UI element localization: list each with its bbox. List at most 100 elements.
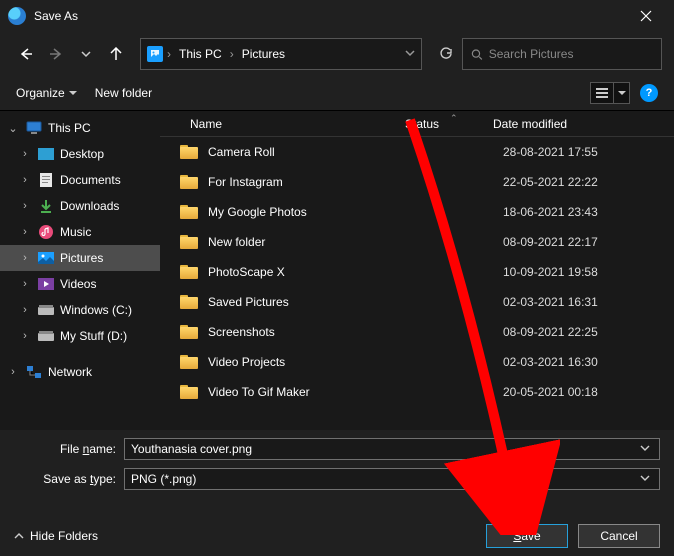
- forward-button[interactable]: [42, 40, 70, 68]
- chevron-right-icon: ›: [18, 330, 32, 342]
- organize-label: Organize: [16, 86, 65, 100]
- file-name-field[interactable]: [124, 438, 660, 460]
- file-date: 02-03-2021 16:30: [503, 355, 598, 369]
- tree-downloads[interactable]: ›Downloads: [0, 193, 160, 219]
- title-bar: Save As: [0, 0, 674, 32]
- save-type-field[interactable]: PNG (*.png): [124, 468, 660, 490]
- view-mode-dropdown[interactable]: [614, 82, 630, 104]
- tree-desktop[interactable]: ›Desktop: [0, 141, 160, 167]
- chevron-down-icon: [405, 48, 415, 58]
- tree-network[interactable]: › Network: [0, 359, 160, 385]
- file-row[interactable]: For Instagram 22-05-2021 22:22: [160, 167, 674, 197]
- column-name[interactable]: Name: [160, 117, 405, 131]
- window-title: Save As: [34, 9, 626, 23]
- file-row[interactable]: PhotoScape X10-09-2021 19:58: [160, 257, 674, 287]
- up-button[interactable]: [102, 40, 130, 68]
- tree-label: Documents: [60, 173, 121, 187]
- help-button[interactable]: ?: [640, 84, 658, 102]
- address-dropdown[interactable]: [405, 47, 415, 61]
- tree-this-pc[interactable]: ⌄ This PC: [0, 115, 160, 141]
- tree-label: This PC: [48, 121, 91, 135]
- chevron-right-icon: ›: [167, 47, 171, 61]
- sidebar: ⌄This PC ›Desktop ›Documents ›Downloads …: [0, 111, 160, 430]
- chevron-down-icon: [640, 443, 650, 453]
- column-date[interactable]: Date modified: [485, 117, 674, 131]
- chevron-right-icon: ›: [18, 278, 32, 290]
- tree-my-stuff-d[interactable]: › My Stuff (D:): [0, 323, 160, 349]
- chevron-right-icon: ›: [230, 47, 234, 61]
- chevron-right-icon: ›: [6, 366, 20, 378]
- view-mode-button[interactable]: [590, 82, 614, 104]
- file-date: 02-03-2021 16:31: [503, 295, 598, 309]
- folder-icon: [180, 175, 198, 189]
- filename-dropdown[interactable]: [637, 442, 653, 456]
- breadcrumb-root[interactable]: This PC: [175, 45, 226, 63]
- hide-folders-button[interactable]: Hide Folders: [14, 529, 98, 543]
- arrow-up-icon: [109, 47, 123, 61]
- tree-label: Windows (C:): [60, 303, 132, 317]
- column-headers: Name Status Date modified: [160, 111, 674, 137]
- tree-pictures[interactable]: ›Pictures: [0, 245, 160, 271]
- form-area: File name: Save as type: PNG (*.png): [0, 430, 674, 490]
- file-name: For Instagram: [208, 175, 423, 189]
- sort-indicator-icon: ⌃: [450, 113, 458, 124]
- column-status[interactable]: Status: [405, 117, 485, 131]
- close-icon: [640, 10, 652, 22]
- file-name: Video To Gif Maker: [208, 385, 423, 399]
- tree-music[interactable]: ›Music: [0, 219, 160, 245]
- back-button[interactable]: [12, 40, 40, 68]
- save-type-dropdown[interactable]: [637, 472, 653, 486]
- file-list: ⌃ Name Status Date modified Camera Roll2…: [160, 111, 674, 430]
- file-name: Saved Pictures: [208, 295, 423, 309]
- file-row[interactable]: Video To Gif Maker20-05-2021 00:18: [160, 377, 674, 407]
- caret-down-icon: [69, 89, 77, 97]
- address-bar[interactable]: › This PC › Pictures: [140, 38, 422, 70]
- hide-folders-label: Hide Folders: [30, 529, 98, 543]
- folder-icon: [180, 265, 198, 279]
- chevron-up-icon: [14, 531, 24, 541]
- tree-label: Pictures: [60, 251, 103, 265]
- tree-windows-c[interactable]: ›Windows (C:): [0, 297, 160, 323]
- file-name: Screenshots: [208, 325, 423, 339]
- cancel-button[interactable]: Cancel: [578, 524, 660, 548]
- tree-documents[interactable]: › Documents: [0, 167, 160, 193]
- file-row[interactable]: My Google Photos18-06-2021 23:43: [160, 197, 674, 227]
- refresh-button[interactable]: [432, 40, 460, 68]
- save-type-value: PNG (*.png): [131, 472, 637, 486]
- toolbar: Organize New folder ?: [0, 76, 674, 110]
- organize-button[interactable]: Organize: [16, 86, 77, 100]
- tree-label: My Stuff (D:): [60, 329, 127, 343]
- chevron-down-icon: [81, 49, 91, 59]
- file-row[interactable]: Saved Pictures 02-03-2021 16:31: [160, 287, 674, 317]
- drive-icon: [38, 328, 54, 344]
- file-row[interactable]: Video Projects02-03-2021 16:30: [160, 347, 674, 377]
- chevron-right-icon: ›: [18, 174, 32, 186]
- documents-icon: [38, 172, 54, 188]
- videos-icon: [38, 276, 54, 292]
- file-name-input[interactable]: [131, 442, 637, 456]
- file-date: 08-09-2021 22:17: [503, 235, 598, 249]
- folder-icon: [180, 205, 198, 219]
- drive-icon: [38, 302, 54, 318]
- file-row[interactable]: New folder08-09-2021 22:17: [160, 227, 674, 257]
- recent-dropdown[interactable]: [72, 40, 100, 68]
- save-button[interactable]: Save: [486, 524, 568, 548]
- file-name: My Google Photos: [208, 205, 423, 219]
- tree-videos[interactable]: ›Videos: [0, 271, 160, 297]
- search-box[interactable]: [462, 38, 662, 70]
- close-button[interactable]: [626, 0, 666, 32]
- file-date: 10-09-2021 19:58: [503, 265, 598, 279]
- file-name: Camera Roll: [208, 145, 423, 159]
- chevron-down-icon: ⌄: [6, 122, 20, 135]
- file-date: 22-05-2021 22:22: [503, 175, 598, 189]
- search-input[interactable]: [489, 47, 653, 61]
- tree-label: Desktop: [60, 147, 104, 161]
- pictures-icon: [38, 250, 54, 266]
- breadcrumb-folder[interactable]: Pictures: [238, 45, 289, 63]
- new-folder-button[interactable]: New folder: [95, 86, 152, 100]
- file-row[interactable]: Camera Roll28-08-2021 17:55: [160, 137, 674, 167]
- file-row[interactable]: Screenshots08-09-2021 22:25: [160, 317, 674, 347]
- tree-label: Network: [48, 365, 92, 379]
- caret-down-icon: [618, 89, 626, 97]
- nav-bar: › This PC › Pictures: [0, 32, 674, 76]
